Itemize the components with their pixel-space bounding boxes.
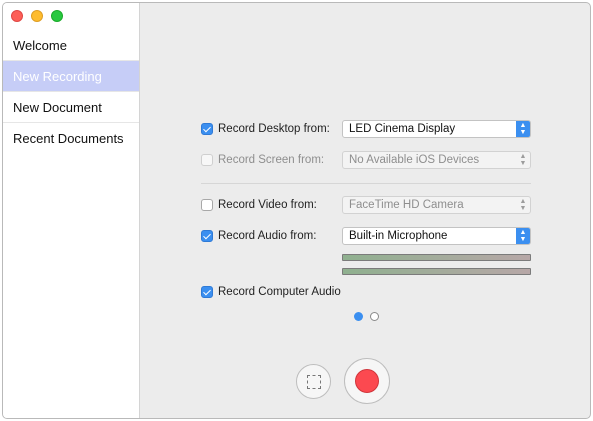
record-desktop-label: Record Desktop from: <box>218 123 330 135</box>
record-screen-row: Record Screen from: <box>201 151 324 169</box>
screen-source-value: No Available iOS Devices <box>349 154 480 166</box>
desktop-source-select[interactable]: LED Cinema Display ▲ ▼ <box>342 120 531 138</box>
up-down-chevron-icon: ▲ ▼ <box>516 121 530 137</box>
sidebar-item-new-document[interactable]: New Document <box>3 92 139 123</box>
audio-level-meter-right <box>342 268 531 275</box>
page-indicator-dot-1[interactable] <box>354 312 363 321</box>
record-computer-audio-row: Record Computer Audio <box>201 283 341 301</box>
desktop-source-value: LED Cinema Display <box>349 123 456 135</box>
sidebar-item-new-recording[interactable]: New Recording <box>3 61 139 92</box>
record-video-row: Record Video from: <box>201 196 317 214</box>
page-indicator-dot-2[interactable] <box>370 312 379 321</box>
dashed-square-icon <box>306 374 321 389</box>
up-down-chevron-icon: ▲ ▼ <box>516 228 530 244</box>
record-desktop-row: Record Desktop from: <box>201 120 330 138</box>
record-audio-row: Record Audio from: <box>201 227 316 245</box>
up-down-chevron-icon: ▲ ▼ <box>519 198 527 212</box>
record-video-checkbox[interactable] <box>201 199 213 211</box>
sidebar: Welcome New Recording New Document Recen… <box>3 3 140 418</box>
record-video-label: Record Video from: <box>218 199 317 211</box>
close-window-button[interactable] <box>11 10 23 22</box>
record-screen-checkbox[interactable] <box>201 154 213 166</box>
audio-source-value: Built-in Microphone <box>349 230 448 242</box>
record-computer-audio-checkbox[interactable] <box>201 286 213 298</box>
start-recording-button[interactable] <box>344 358 390 404</box>
record-audio-label: Record Audio from: <box>218 230 317 242</box>
app-window: Welcome New Recording New Document Recen… <box>2 2 591 419</box>
record-computer-audio-label: Record Computer Audio <box>218 286 341 298</box>
audio-source-select[interactable]: Built-in Microphone ▲ ▼ <box>342 227 531 245</box>
video-source-select[interactable]: FaceTime HD Camera ▲ ▼ <box>342 196 531 214</box>
sidebar-item-recent-documents[interactable]: Recent Documents <box>3 123 139 154</box>
audio-level-meter-left <box>342 254 531 261</box>
minimize-window-button[interactable] <box>31 10 43 22</box>
sidebar-nav: Welcome New Recording New Document Recen… <box>3 30 139 154</box>
record-desktop-checkbox[interactable] <box>201 123 213 135</box>
record-screen-label: Record Screen from: <box>218 154 325 166</box>
record-dot-icon <box>355 369 379 393</box>
select-region-button[interactable] <box>296 364 331 399</box>
sidebar-item-welcome[interactable]: Welcome <box>3 30 139 61</box>
window-controls <box>11 10 63 22</box>
screen-source-select[interactable]: No Available iOS Devices ▲ ▼ <box>342 151 531 169</box>
recording-panel: Record Desktop from: LED Cinema Display … <box>141 3 590 418</box>
video-source-value: FaceTime HD Camera <box>349 199 464 211</box>
record-audio-checkbox[interactable] <box>201 230 213 242</box>
up-down-chevron-icon: ▲ ▼ <box>519 153 527 167</box>
section-divider <box>201 183 531 184</box>
zoom-window-button[interactable] <box>51 10 63 22</box>
